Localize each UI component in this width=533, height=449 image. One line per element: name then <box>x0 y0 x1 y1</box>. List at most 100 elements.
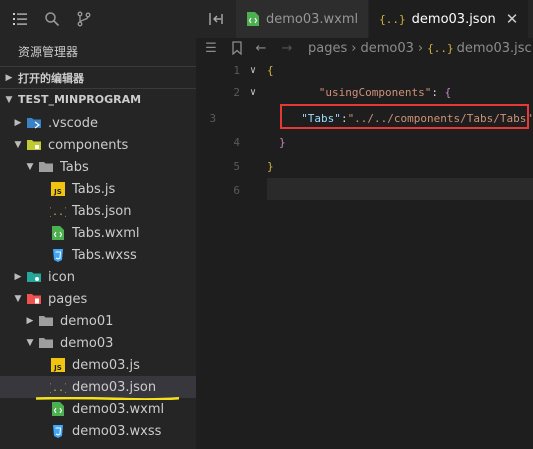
code-text: } <box>267 159 274 173</box>
chevron-right-icon[interactable]: ▶ <box>10 118 26 128</box>
chevron-right-icon[interactable]: ▶ <box>10 272 26 282</box>
tab-label: demo03.json <box>411 11 496 27</box>
tree-item-label: Tabs <box>60 159 89 175</box>
components-folder-icon <box>26 137 42 153</box>
json-file-icon: {..} <box>50 379 66 395</box>
code-editor[interactable]: 1 ∨ { 2 ∨ "usingComponents": { 3 "Tabs":… <box>196 58 533 449</box>
chevron-right-icon: ▶ <box>5 72 13 83</box>
chevron-down-icon[interactable]: ▼ <box>22 338 38 348</box>
close-icon[interactable]: ✕ <box>506 10 519 28</box>
tab-demo03-json[interactable]: {..} demo03.json ✕ <box>369 0 530 38</box>
explorer-icon[interactable] <box>6 5 34 33</box>
folder-icon <box>38 159 54 175</box>
chevron-right-icon: › <box>351 40 357 56</box>
tab-demo03-wxml[interactable]: demo03.wxml <box>236 0 370 38</box>
red-highlight-box <box>280 104 529 129</box>
tree-item[interactable]: ▼ pages <box>0 288 196 310</box>
wxml-file-icon <box>246 11 260 27</box>
svg-text:{..}: {..} <box>50 383 66 394</box>
icon-folder-icon <box>26 269 42 285</box>
wxss-file-icon <box>50 423 66 439</box>
tree-item-label: Tabs.json <box>72 203 132 219</box>
code-line: 4 } <box>196 130 533 154</box>
tree-item-label: demo03.js <box>72 357 140 373</box>
tab-label: demo03.wxml <box>266 11 359 27</box>
chevron-down-icon[interactable]: ▼ <box>22 162 38 172</box>
tree-item[interactable]: JS demo03.js <box>0 354 196 376</box>
json-file-icon: {..} <box>427 41 454 55</box>
json-file-icon: {..} <box>379 12 406 26</box>
tree-item[interactable]: demo03.wxss <box>0 420 196 442</box>
wxss-file-icon <box>50 247 66 263</box>
json-colon: : <box>431 85 445 99</box>
list-icon[interactable]: ☰ <box>196 41 226 56</box>
tree-item-label: pages <box>48 291 88 307</box>
chevron-down-icon[interactable]: ∨ <box>246 87 260 98</box>
wxml-file-icon <box>50 225 66 241</box>
wxml-file-icon <box>50 401 66 417</box>
tree-item-label: components <box>48 137 129 153</box>
tree-item[interactable]: ▶ icon <box>0 266 196 288</box>
split-editor-icon[interactable] <box>196 0 236 38</box>
svg-text:JS: JS <box>53 364 62 372</box>
breadcrumb-item[interactable]: demo03 <box>360 41 413 56</box>
chevron-down-icon[interactable]: ▼ <box>10 140 26 150</box>
line-number: 6 <box>233 183 240 197</box>
open-editors-section[interactable]: ▶ 打开的编辑器 <box>0 66 196 88</box>
line-number: 4 <box>233 135 240 149</box>
activity-bar <box>0 0 196 38</box>
open-editors-label: 打开的编辑器 <box>18 71 84 85</box>
back-arrow-icon[interactable]: ← <box>248 41 274 56</box>
js-file-icon: JS <box>50 181 66 197</box>
project-section[interactable]: ▼ TEST_MINPROGRAM <box>0 88 196 110</box>
svg-text:{..}: {..} <box>50 207 66 218</box>
tree-item[interactable]: JS Tabs.js <box>0 178 196 200</box>
tree-item[interactable]: ▼ components <box>0 134 196 156</box>
tree-item[interactable]: demo03.wxml <box>0 398 196 420</box>
tree-item-label: demo03.json <box>72 379 157 395</box>
chevron-down-icon[interactable]: ∨ <box>246 65 260 76</box>
line-number: 1 <box>233 63 240 77</box>
tree-item[interactable]: ▼ Tabs <box>0 156 196 178</box>
vscode-folder-icon <box>26 115 42 131</box>
breadcrumb-item[interactable]: pages <box>308 41 347 56</box>
tree-item[interactable]: ▼ demo03 <box>0 332 196 354</box>
breadcrumb-item[interactable]: demo03.jsc <box>457 41 532 56</box>
js-file-icon: JS <box>50 357 66 373</box>
tree-item-label: demo03.wxml <box>72 401 165 417</box>
file-tree: ▶ .vscode ▼ components ▼ Tabs JS Tabs.js {..} Tab… <box>0 112 196 442</box>
line-number: 5 <box>233 159 240 173</box>
tree-item-label: icon <box>48 269 75 285</box>
json-brace: { <box>444 85 452 99</box>
bookmark-icon[interactable] <box>226 41 248 55</box>
pages-folder-icon <box>26 291 42 307</box>
line-number: 2 <box>233 85 240 99</box>
tree-item-label: Tabs.js <box>72 181 116 197</box>
code-line: 5 } <box>196 154 533 178</box>
tree-item[interactable]: ▶ demo01 <box>0 310 196 332</box>
code-text: { <box>267 63 274 77</box>
chevron-down-icon[interactable]: ▼ <box>10 294 26 304</box>
folder-icon <box>38 335 54 351</box>
tree-item[interactable]: ▶ .vscode <box>0 112 196 134</box>
code-line: 6 <box>196 178 533 202</box>
tree-item[interactable]: {..} demo03.json <box>0 376 196 398</box>
search-icon[interactable] <box>38 5 66 33</box>
tree-item-label: Tabs.wxml <box>72 225 140 241</box>
tree-item-label: demo03 <box>60 335 114 351</box>
breadcrumb: ☰ ← → pages › demo03 › {..} demo03.jsc <box>196 38 533 58</box>
source-control-icon[interactable] <box>70 5 98 33</box>
forward-arrow-icon[interactable]: → <box>274 41 300 56</box>
chevron-right-icon[interactable]: ▶ <box>22 316 38 326</box>
json-file-icon: {..} <box>50 203 66 219</box>
tree-item-label: Tabs.wxss <box>72 247 137 263</box>
json-key: "usingComponents" <box>318 85 432 99</box>
line-number: 3 <box>209 111 217 125</box>
tree-item[interactable]: {..} Tabs.json <box>0 200 196 222</box>
tree-item[interactable]: Tabs.wxss <box>0 244 196 266</box>
yellow-underline-annotation <box>36 397 179 400</box>
tree-item[interactable]: Tabs.wxml <box>0 222 196 244</box>
code-text: } <box>279 135 286 149</box>
tree-item-label: .vscode <box>48 115 98 131</box>
editor-tab-bar: demo03.wxml {..} demo03.json ✕ <box>196 0 533 38</box>
